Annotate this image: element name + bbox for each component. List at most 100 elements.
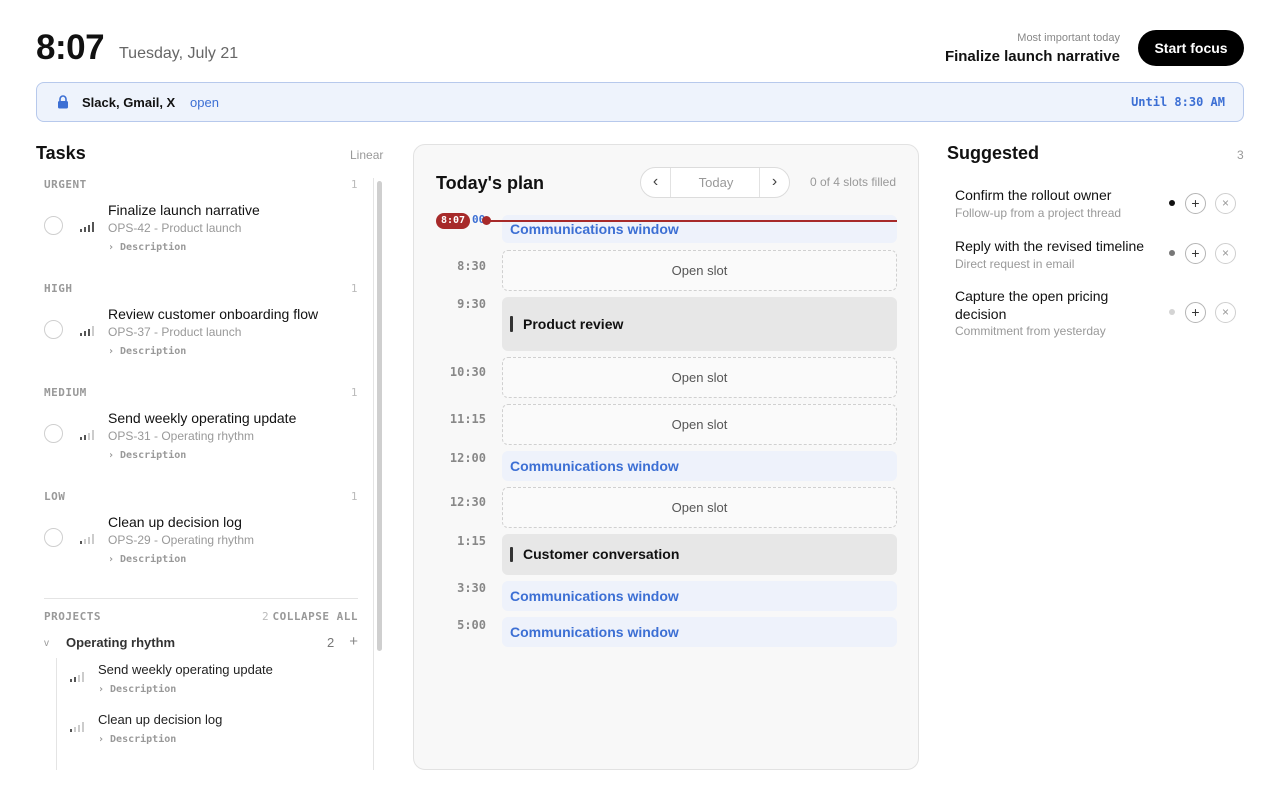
importance-dot bbox=[1169, 250, 1175, 256]
task-description-toggle[interactable]: › Description bbox=[108, 242, 186, 253]
project-task-item[interactable]: Clean up decision log › Description bbox=[66, 712, 346, 758]
project-name: Operating rhythm bbox=[66, 635, 176, 650]
task-title: Review customer onboarding flow bbox=[108, 306, 319, 322]
time-label: 10:30 bbox=[449, 365, 486, 379]
tasks-scrollbar[interactable] bbox=[373, 178, 383, 770]
task-item[interactable]: Finalize launch narrative OPS-42 - Produ… bbox=[44, 178, 358, 256]
open-slot[interactable]: Open slot bbox=[502, 487, 897, 528]
next-day-button[interactable]: › bbox=[759, 168, 789, 197]
suggestion-item: Confirm the rollout owner Follow-up from… bbox=[955, 186, 1245, 226]
project-task-title: Send weekly operating update bbox=[98, 662, 273, 677]
add-suggestion-button[interactable]: + bbox=[1185, 193, 1206, 214]
task-meta: OPS-29 - Operating rhythm bbox=[108, 533, 255, 547]
project-row-operating-rhythm[interactable]: v Operating rhythm 2 + bbox=[44, 633, 358, 652]
most-important-today: Most important today Finalize launch nar… bbox=[945, 31, 1120, 65]
event-block[interactable]: Product review bbox=[502, 297, 897, 351]
open-slot[interactable]: Open slot bbox=[502, 250, 897, 291]
open-slot[interactable]: Open slot bbox=[502, 357, 897, 398]
task-item[interactable]: Review customer onboarding flow OPS-37 -… bbox=[44, 282, 358, 360]
priority-medium-icon bbox=[70, 672, 84, 682]
task-checkbox[interactable] bbox=[44, 216, 63, 235]
task-description-toggle[interactable]: › Description bbox=[108, 346, 186, 357]
suggestion-item: Capture the open pricing decision Commit… bbox=[955, 287, 1245, 343]
task-item[interactable]: Clean up decision log OPS-29 - Operating… bbox=[44, 490, 358, 568]
task-checkbox[interactable] bbox=[44, 320, 63, 339]
priority-group-medium: MEDIUM 1 Send weekly operating update OP… bbox=[44, 386, 358, 461]
task-checkbox[interactable] bbox=[44, 424, 63, 443]
time-label: 5:00 bbox=[457, 618, 486, 632]
plan-title: Today's plan bbox=[436, 173, 544, 193]
task-description-toggle[interactable]: › Description bbox=[98, 684, 176, 695]
event-block[interactable]: Customer conversation bbox=[502, 534, 897, 575]
task-meta: OPS-37 - Product launch bbox=[108, 325, 242, 339]
priority-low-icon bbox=[80, 534, 94, 544]
task-description-toggle[interactable]: › Description bbox=[98, 734, 176, 745]
slots-filled-status: 0 of 4 slots filled bbox=[809, 175, 896, 189]
suggestion-source: Commitment from yesterday bbox=[955, 324, 1106, 338]
projects-header: PROJECTS 2 COLLAPSE ALL bbox=[44, 610, 358, 623]
task-description-toggle[interactable]: › Description bbox=[108, 450, 186, 461]
importance-dot bbox=[1169, 309, 1175, 315]
priority-medium-icon bbox=[80, 430, 94, 440]
block-until-time: Until 8:30 AM bbox=[1131, 95, 1225, 109]
header: 8:07 Tuesday, July 21 Most important tod… bbox=[36, 28, 1244, 68]
current-date: Tuesday, July 21 bbox=[119, 45, 239, 62]
priority-group-urgent: URGENT 1 Finalize launch narrative OPS-4… bbox=[44, 178, 358, 253]
add-suggestion-button[interactable]: + bbox=[1185, 243, 1206, 264]
open-slot[interactable]: Open slot bbox=[502, 404, 897, 445]
time-label: 11:15 bbox=[449, 412, 486, 426]
priority-urgent-icon bbox=[80, 222, 94, 232]
scrollbar-thumb[interactable] bbox=[377, 181, 382, 651]
task-checkbox[interactable] bbox=[44, 528, 63, 547]
importance-dot bbox=[1169, 200, 1175, 206]
priority-group-low: LOW 1 Clean up decision log OPS-29 - Ope… bbox=[44, 490, 358, 565]
communications-window-block[interactable]: Communications window bbox=[502, 581, 897, 611]
collapse-all-button[interactable]: COLLAPSE ALL bbox=[273, 610, 358, 623]
open-blocked-apps-link[interactable]: open bbox=[190, 95, 219, 110]
task-meta: OPS-31 - Operating rhythm bbox=[108, 429, 255, 443]
dismiss-suggestion-button[interactable]: × bbox=[1215, 193, 1236, 214]
event-accent-bar bbox=[510, 547, 513, 562]
projects-label: PROJECTS bbox=[44, 610, 101, 623]
chevron-down-icon[interactable]: v bbox=[44, 638, 49, 649]
mit-title: Finalize launch narrative bbox=[944, 48, 1120, 65]
add-project-task-button[interactable]: + bbox=[349, 633, 358, 650]
suggestion-text: Reply with the revised timeline bbox=[955, 238, 1145, 254]
suggestion-source: Direct request in email bbox=[955, 257, 1075, 271]
suggestion-item: Reply with the revised timeline Direct r… bbox=[955, 237, 1245, 277]
project-count: 2 bbox=[327, 635, 335, 650]
priority-group-high: HIGH 1 Review customer onboarding flow O… bbox=[44, 282, 358, 357]
add-suggestion-button[interactable]: + bbox=[1185, 302, 1206, 323]
event-accent-bar bbox=[510, 316, 513, 332]
suggested-heading: Suggested bbox=[947, 143, 1040, 163]
start-focus-button[interactable]: Start focus bbox=[1138, 30, 1244, 66]
task-title: Clean up decision log bbox=[108, 514, 242, 530]
previous-day-button[interactable]: ‹ bbox=[641, 168, 671, 197]
dismiss-suggestion-button[interactable]: × bbox=[1215, 243, 1236, 264]
todays-plan-panel: Today's plan ‹ Today › 0 of 4 slots fill… bbox=[413, 144, 919, 770]
time-label: 12:00 bbox=[449, 451, 486, 465]
mit-caption: Most important today bbox=[1017, 32, 1120, 44]
tasks-heading: Tasks bbox=[36, 143, 86, 163]
projects-count: 2 bbox=[262, 610, 270, 623]
blocked-apps-list: Slack, Gmail, X bbox=[82, 95, 176, 110]
task-item[interactable]: Send weekly operating update OPS-31 - Op… bbox=[44, 386, 358, 464]
time-label: 1:15 bbox=[457, 534, 486, 548]
communications-window-block[interactable]: Communications window bbox=[502, 617, 897, 647]
project-tree-line bbox=[56, 658, 57, 770]
now-indicator-time: 8:07 bbox=[436, 213, 470, 229]
task-description-toggle[interactable]: › Description bbox=[108, 554, 186, 565]
suggestion-source: Follow-up from a project thread bbox=[955, 206, 1122, 220]
dismiss-suggestion-button[interactable]: × bbox=[1215, 302, 1236, 323]
priority-high-icon bbox=[80, 326, 94, 336]
today-button[interactable]: Today bbox=[671, 168, 761, 197]
suggestion-text: Confirm the rollout owner bbox=[955, 187, 1112, 203]
communications-window-block[interactable]: Communications window bbox=[502, 451, 897, 481]
time-label: 3:30 bbox=[457, 581, 486, 595]
suggestion-text: Capture the open pricing decision bbox=[955, 288, 1109, 322]
current-time: 8:07 bbox=[36, 28, 105, 67]
priority-low-icon bbox=[70, 722, 84, 732]
project-task-item[interactable]: Send weekly operating update › Descripti… bbox=[66, 662, 346, 708]
now-indicator-dot bbox=[482, 216, 491, 225]
task-title: Finalize launch narrative bbox=[108, 202, 260, 218]
